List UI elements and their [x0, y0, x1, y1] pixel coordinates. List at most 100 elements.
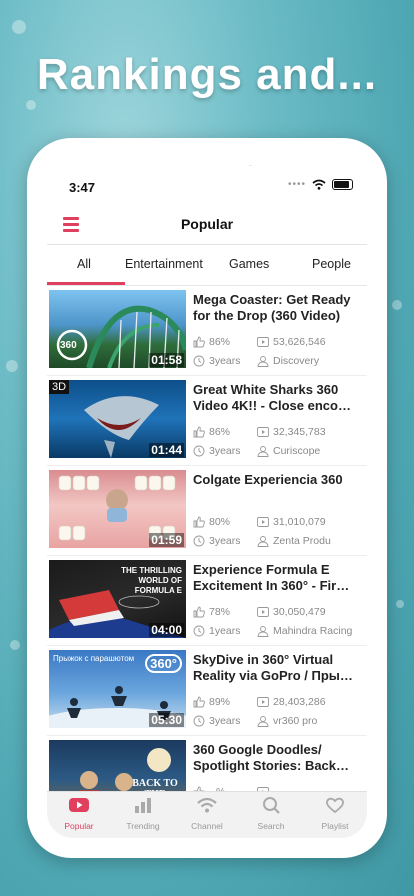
video-list[interactable]: 360 01:58 Mega Coaster: Get Ready for th… — [47, 286, 367, 791]
360-badge-label: 360 — [60, 340, 77, 351]
video-thumbnail[interactable]: Прыжок с парашютом 360° 05:30 — [49, 650, 186, 728]
formula-e-headline: THE THRILLING WORLD OF FORMULA E — [121, 566, 182, 595]
video-row[interactable]: Прыжок с парашютом 360° 05:30 SkyDive in… — [47, 646, 367, 736]
video-info: 360 Google Doodles/ Spotlight Stories: B… — [193, 742, 365, 791]
age-value: 3years — [209, 445, 241, 457]
video-info: Great White Sharks 360 Video 4K!! - Clos… — [193, 382, 365, 457]
user-icon — [257, 356, 269, 367]
heart-icon — [326, 797, 344, 814]
video-row[interactable]: THE THRILLING WORLD OF FORMULA E 04:00 E… — [47, 556, 367, 646]
promo-headline: Rankings and... — [36, 50, 378, 99]
play-icon — [257, 697, 269, 707]
search-icon — [263, 797, 280, 814]
views-stat: 53,626,546 — [257, 336, 326, 348]
likes-stat: 89% — [193, 696, 230, 708]
tab-entertainment[interactable]: Entertainment — [125, 257, 203, 271]
doodle-caption: BACK TO THE MOON — [132, 778, 178, 791]
clock-icon — [193, 355, 205, 367]
video-title[interactable]: Colgate Experiencia 360 — [193, 472, 365, 504]
video-title[interactable]: Great White Sharks 360 Video 4K!! - Clos… — [193, 382, 365, 414]
user-icon — [257, 446, 269, 457]
video-thumbnail[interactable]: BACK TO THE MOON — [49, 740, 186, 791]
video-row[interactable]: 3D 01:44 Great White Sharks 360 Video 4K… — [47, 376, 367, 466]
video-thumbnail[interactable]: 3D 01:44 — [49, 380, 186, 458]
video-row[interactable]: BACK TO THE MOON 360 Google Doodles/ Spo… — [47, 736, 367, 791]
likes-stat: 80% — [193, 516, 230, 528]
video-row[interactable]: 01:59 Colgate Experiencia 360 80% 31,010… — [47, 466, 367, 556]
video-thumbnail[interactable]: 360 01:58 — [49, 290, 186, 368]
video-thumbnail[interactable]: 01:59 — [49, 470, 186, 548]
age-value: 3years — [209, 715, 241, 727]
video-title[interactable]: Experience Formula E Excitement In 360° … — [193, 562, 365, 594]
bokeh-decoration — [392, 300, 402, 310]
tab-playlist[interactable]: Playlist — [303, 796, 367, 831]
play-icon — [257, 607, 269, 617]
thumbs-up-icon — [193, 516, 205, 528]
bokeh-decoration — [10, 640, 20, 650]
channel-value: vr360 pro — [273, 715, 318, 727]
tab-channel[interactable]: Channel — [175, 796, 239, 831]
likes-stat: 86% — [193, 336, 230, 348]
status-icons: •••• — [288, 179, 353, 190]
age-stat: 3years — [193, 445, 241, 457]
video-title[interactable]: Mega Coaster: Get Ready for the Drop (36… — [193, 292, 365, 324]
skydive-caption: Прыжок с парашютом — [53, 654, 135, 663]
nav-bar: Popular — [47, 206, 367, 245]
bar-chart-icon — [135, 798, 151, 813]
thumbs-up-icon — [193, 606, 205, 618]
channel-value: Curiscope — [273, 445, 321, 457]
channel-stat: Zenta Produ — [257, 535, 331, 547]
age-stat: 3years — [193, 355, 241, 367]
video-info: Experience Formula E Excitement In 360° … — [193, 562, 365, 637]
age-stat: 3years — [193, 535, 241, 547]
app-screen: 3:47 •••• Popular All Entertainment Game… — [47, 166, 367, 838]
wifi-icon — [312, 179, 326, 190]
clock-icon — [193, 715, 205, 727]
views-value: 31,010,079 — [273, 516, 326, 528]
views-stat: 30,050,479 — [257, 606, 326, 618]
video-row[interactable]: 360 01:58 Mega Coaster: Get Ready for th… — [47, 286, 367, 376]
youtube-play-icon — [69, 798, 89, 812]
video-info: Colgate Experiencia 360 80% 31,010,079 3… — [193, 472, 365, 547]
tab-all[interactable]: All — [77, 257, 91, 271]
tab-channel-label: Channel — [191, 821, 223, 831]
age-value: 3years — [209, 355, 241, 367]
tab-trending[interactable]: Trending — [111, 796, 175, 831]
user-icon — [257, 716, 269, 727]
video-duration: 01:44 — [149, 443, 184, 457]
tab-games[interactable]: Games — [229, 257, 269, 271]
likes-stat: 86% — [193, 426, 230, 438]
clock-icon — [193, 625, 205, 637]
channel-stat: Curiscope — [257, 445, 320, 457]
views-value: 32,345,783 — [273, 426, 326, 438]
views-stat: 28,403,286 — [257, 696, 326, 708]
likes-value: 78% — [209, 606, 231, 618]
age-stat: 3years — [193, 715, 241, 727]
signal-icon: •••• — [287, 179, 306, 190]
tab-people[interactable]: People — [312, 257, 351, 271]
video-duration: 01:59 — [149, 533, 184, 547]
360-degree-badge: 360° — [145, 654, 182, 673]
thumbs-up-icon — [193, 696, 205, 708]
likes-stat: 78% — [193, 606, 230, 618]
channel-value: Zenta Produ — [273, 535, 331, 547]
battery-icon — [332, 179, 353, 190]
tab-popular[interactable]: Popular — [47, 796, 111, 831]
likes-value: 86% — [209, 336, 231, 348]
bokeh-decoration — [26, 100, 36, 110]
bokeh-decoration — [6, 360, 18, 372]
channel-value: Mahindra Racing — [273, 625, 353, 637]
thumbs-up-icon — [193, 426, 205, 438]
thumbs-up-icon — [193, 336, 205, 348]
video-title[interactable]: SkyDive in 360° Virtual Reality via GoPr… — [193, 652, 365, 684]
views-stat: 31,010,079 — [257, 516, 326, 528]
channel-stat: Discovery — [257, 355, 319, 367]
video-duration: 01:58 — [149, 353, 184, 367]
tab-search[interactable]: Search — [239, 796, 303, 831]
video-title[interactable]: 360 Google Doodles/ Spotlight Stories: B… — [193, 742, 365, 774]
video-thumbnail[interactable]: THE THRILLING WORLD OF FORMULA E 04:00 — [49, 560, 186, 638]
page-title: Popular — [180, 216, 234, 232]
likes-value: 89% — [209, 696, 231, 708]
video-info: Mega Coaster: Get Ready for the Drop (36… — [193, 292, 365, 367]
channel-stat: Mahindra Racing — [257, 625, 352, 637]
